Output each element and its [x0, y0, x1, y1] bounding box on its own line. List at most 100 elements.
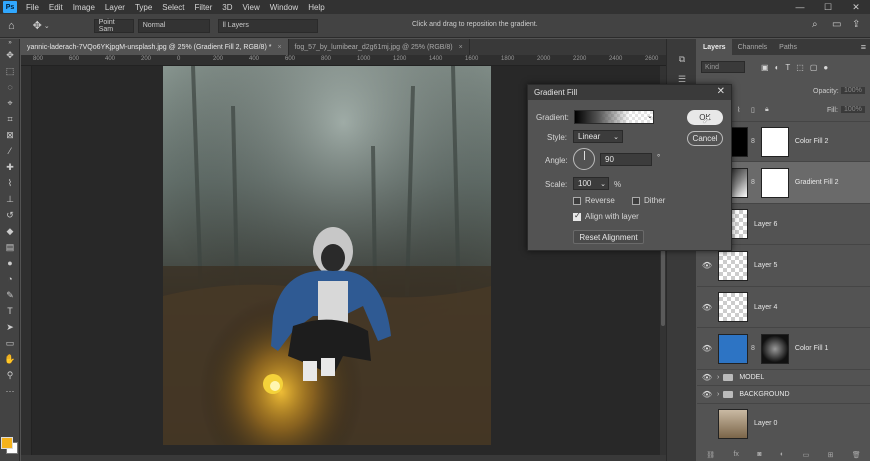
scale-input[interactable]: 100 ⌄ [573, 177, 609, 190]
history-panel-icon[interactable]: ⧉ [667, 49, 697, 69]
tab-layers[interactable]: Layers [697, 39, 732, 55]
reverse-checkbox[interactable] [573, 197, 581, 205]
reset-alignment-button[interactable]: Reset Alignment [573, 230, 644, 244]
foreground-color-swatch[interactable] [1, 437, 13, 449]
style-select[interactable]: Linear ⌄ [573, 130, 623, 143]
zoom-tool-icon[interactable]: ⚲ [0, 367, 20, 383]
crop-tool-icon[interactable]: ⌗ [0, 111, 20, 127]
layer-row[interactable]: Layer 0 [697, 403, 870, 443]
rectangle-tool-icon[interactable]: ▭ [0, 335, 20, 351]
dither-checkbox[interactable] [632, 197, 640, 205]
frame-tool-icon[interactable]: ⊠ [0, 127, 20, 143]
new-group-icon[interactable]: ▭ [803, 451, 810, 461]
close-tab-icon[interactable]: × [277, 44, 281, 51]
pen-tool-icon[interactable]: ✎ [0, 287, 20, 303]
close-window-icon[interactable]: ✕ [842, 0, 870, 14]
fill-field[interactable]: 100% [841, 106, 865, 113]
angle-dial[interactable] [573, 148, 595, 170]
filter-toggle-icon[interactable]: ● [823, 63, 828, 72]
eyedropper-tool-icon[interactable]: ⁄ [0, 143, 20, 159]
eye-icon[interactable]: 👁︎ [697, 373, 717, 382]
document-tab-active[interactable]: yannic-laderach-7VQo6YKjpgM-unsplash.jpg… [21, 39, 289, 55]
eye-icon[interactable]: 👁︎ [697, 344, 717, 353]
expand-chevron-icon[interactable]: › [717, 374, 719, 381]
menu-image[interactable]: Image [68, 3, 100, 12]
layer-kind-filter[interactable]: Kind [701, 61, 745, 73]
dodge-tool-icon[interactable]: ◔ [0, 271, 20, 287]
filter-smart-icon[interactable]: ▢ [810, 63, 818, 72]
share-icon[interactable]: ⇪ [852, 19, 860, 30]
home-icon[interactable]: ⌂ [8, 18, 15, 34]
trash-icon[interactable]: 🗑︎ [852, 451, 861, 461]
minimize-icon[interactable]: — [786, 0, 814, 14]
gradient-dropdown-chevron-icon[interactable]: ⌄ [647, 112, 653, 120]
expand-chevron-icon[interactable]: › [717, 391, 719, 398]
document-canvas-image[interactable] [163, 66, 491, 445]
menu-help[interactable]: Help [303, 3, 329, 12]
close-tab-icon[interactable]: × [459, 44, 463, 51]
eraser-tool-icon[interactable]: ◆ [0, 223, 20, 239]
menu-filter[interactable]: Filter [190, 3, 218, 12]
hand-tool-icon[interactable]: ✋ [0, 351, 20, 367]
menu-layer[interactable]: Layer [100, 3, 130, 12]
lock-pixels-icon[interactable]: ⌇ [737, 106, 740, 114]
menu-view[interactable]: View [238, 3, 265, 12]
fx-icon[interactable]: fx [733, 451, 738, 461]
history-brush-icon[interactable]: ↺ [0, 207, 20, 223]
search-icon[interactable]: ⌕ [812, 19, 818, 30]
new-layer-icon[interactable]: ⊞ [828, 451, 834, 461]
menu-file[interactable]: File [21, 3, 44, 12]
more-tools-icon[interactable]: ··· [0, 383, 20, 399]
stamp-tool-icon[interactable]: ⊥ [0, 191, 20, 207]
layer-row[interactable]: 👁︎ 8 Color Fill 1 [697, 327, 870, 369]
menu-edit[interactable]: Edit [44, 3, 68, 12]
dialog-title-bar[interactable]: Gradient Fill ✕ [528, 85, 731, 100]
adjustment-layer-icon[interactable]: ◐ [780, 451, 784, 461]
eye-icon[interactable]: 👁︎ [697, 390, 717, 399]
panel-menu-icon[interactable]: ≡ [861, 39, 870, 55]
tab-paths[interactable]: Paths [773, 39, 803, 55]
filter-type-icon[interactable]: T [785, 63, 790, 72]
opacity-field[interactable]: 100% [841, 87, 865, 94]
link-layers-icon[interactable]: ⛓︎ [706, 451, 715, 461]
sample-from-select[interactable]: ll Layers [217, 18, 318, 33]
layer-group-row[interactable]: 👁︎ › BACKGROUND [697, 385, 870, 403]
healing-brush-icon[interactable]: ✚ [0, 159, 20, 175]
menu-select[interactable]: Select [157, 3, 189, 12]
blur-tool-icon[interactable]: ● [0, 255, 20, 271]
menu-window[interactable]: Window [265, 3, 303, 12]
menu-type[interactable]: Type [130, 3, 157, 12]
maximize-icon[interactable]: ☐ [814, 0, 842, 14]
lock-artboard-icon[interactable]: ▯ [751, 106, 755, 114]
filter-pixel-icon[interactable]: ▣ [761, 63, 769, 72]
move-tool-icon[interactable]: ✥ [33, 18, 42, 34]
sample-size-select[interactable]: Point Sam [93, 18, 134, 33]
layer-row[interactable]: 👁︎ Layer 4 [697, 286, 870, 327]
eye-icon[interactable]: 👁︎ [697, 261, 717, 270]
add-mask-icon[interactable]: ◙ [757, 451, 761, 461]
angle-input[interactable]: 90 [600, 153, 652, 166]
eye-icon[interactable]: 👁︎ [697, 303, 717, 312]
chevron-down-icon[interactable]: ⌄ [600, 180, 608, 188]
menu-3d[interactable]: 3D [217, 3, 237, 12]
move-tool-icon[interactable]: ✥ [0, 47, 20, 63]
tool-preset-chevron-icon[interactable]: ⌄ [44, 18, 50, 34]
layer-group-row[interactable]: 👁︎ › MODEL [697, 369, 870, 385]
lasso-tool-icon[interactable]: ◌ [0, 79, 20, 95]
quick-select-tool-icon[interactable]: ⌖ [0, 95, 20, 111]
cancel-button[interactable]: Cancel [687, 131, 723, 146]
gradient-picker[interactable] [574, 110, 654, 124]
type-tool-icon[interactable]: T [0, 303, 20, 319]
brush-tool-icon[interactable]: ⌇ [0, 175, 20, 191]
blend-mode-select[interactable]: Normal [137, 18, 210, 33]
tab-channels[interactable]: Channels [732, 39, 774, 55]
filter-adjustment-icon[interactable]: ◐ [775, 63, 780, 72]
path-select-tool-icon[interactable]: ➤ [0, 319, 20, 335]
workspace-icon[interactable]: ▭ [832, 19, 841, 30]
marquee-tool-icon[interactable]: ⬚ [0, 63, 20, 79]
document-tab[interactable]: fog_57_by_lumibear_d2g61mj.jpg @ 25% (RG… [289, 39, 470, 55]
lock-all-icon[interactable]: 🔒︎ [765, 106, 769, 114]
close-icon[interactable]: ✕ [717, 86, 725, 97]
collapse-toolbar-icon[interactable]: » [0, 39, 20, 47]
align-with-layer-checkbox[interactable] [573, 211, 581, 221]
